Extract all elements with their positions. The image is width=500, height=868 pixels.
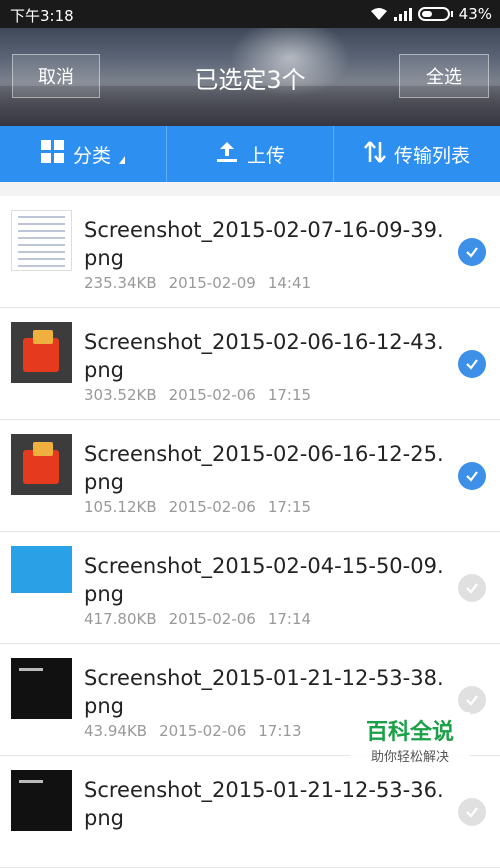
file-meta: 417.80KB 2015-02-06 17:14 [84,610,323,628]
file-time: 17:15 [267,386,312,404]
file-list: Screenshot_2015-02-07-16-09-39.png 235.34… [0,196,500,868]
status-time: 下午3:18 [10,7,74,25]
file-time: 17:14 [267,610,312,628]
battery-tip [450,11,453,17]
transfer-list-label: 传输列表 [393,144,470,167]
file-name: Screenshot_2015-01-21-12-53-36.png [84,778,444,830]
file-meta: 105.12KB 2015-02-06 17:15 [84,498,323,516]
battery-icon [417,7,450,21]
selection-header: 取消 已选定3个 全选 [0,28,500,126]
file-name: Screenshot_2015-02-07-16-09-39.png [84,218,444,270]
file-size: 105.12KB [84,498,157,516]
file-thumbnail [11,434,72,495]
file-name: Screenshot_2015-02-04-15-50-09.png [84,554,444,606]
file-date: 2015-02-06 [168,386,256,404]
selection-check-icon[interactable] [458,350,486,378]
file-date: 2015-02-06 [168,498,256,516]
file-size: 235.34KB [84,274,157,292]
file-thumbnail [11,658,72,719]
selection-check-icon[interactable] [458,686,486,714]
file-meta: 235.34KB 2015-02-09 14:41 [84,274,323,292]
file-time: 17:13 [258,722,302,740]
file-date: 2015-02-06 [168,610,256,628]
upload-icon [215,140,239,169]
watermark-title: 百科全说 [365,720,454,745]
watermark-logo: 百科全说 助你轻松解决 [350,712,470,765]
file-time: 14:41 [267,274,312,292]
file-size: 43.94KB [84,722,148,740]
grid-icon [40,139,65,169]
file-size: 303.52KB [84,386,157,404]
file-size: 417.80KB [84,610,157,628]
dropdown-triangle-icon [119,156,125,164]
file-thumbnail [11,546,72,607]
action-toolbar: 分类 上传 传输列表 [0,126,500,182]
transfer-list-button[interactable]: 传输列表 [333,126,500,182]
wifi-icon [370,7,388,21]
file-row[interactable]: Screenshot_2015-02-07-16-09-39.png 235.34… [0,196,500,308]
status-bar: 下午3:18 43% [0,0,500,28]
file-date: 2015-02-09 [168,274,256,292]
file-row[interactable]: Screenshot_2015-02-04-15-50-09.png 417.80… [0,532,500,644]
file-row[interactable]: Screenshot_2015-01-21-12-53-36.png [0,756,500,868]
category-label: 分类 [72,144,111,167]
transfer-arrows-icon [364,140,386,169]
file-thumbnail [11,210,72,271]
battery-percent: 43% [458,5,492,23]
selection-check-icon[interactable] [458,238,486,266]
file-date: 2015-02-06 [159,722,247,740]
upload-label: 上传 [246,144,285,167]
file-thumbnail [11,322,72,383]
selection-check-icon[interactable] [458,574,486,602]
file-meta: 303.52KB 2015-02-06 17:15 [84,386,323,404]
file-row[interactable]: Screenshot_2015-02-06-16-12-25.png 105.12… [0,420,500,532]
upload-button[interactable]: 上传 [166,126,333,182]
category-button[interactable]: 分类 [0,126,166,182]
file-name: Screenshot_2015-02-06-16-12-25.png [84,442,444,494]
file-row[interactable]: Screenshot_2015-02-06-16-12-43.png 303.52… [0,308,500,420]
selection-check-icon[interactable] [458,798,486,826]
file-meta: 43.94KB 2015-02-06 17:13 [84,722,314,740]
select-all-button[interactable]: 全选 [399,54,489,98]
file-name: Screenshot_2015-02-06-16-12-43.png [84,330,444,382]
signal-icon [393,7,412,21]
watermark-subtitle: 助你轻松解决 [370,750,449,765]
file-time: 17:15 [267,498,312,516]
status-icons: 43% [370,5,492,23]
file-thumbnail [11,770,72,831]
file-meta [84,834,120,852]
selection-check-icon[interactable] [458,462,486,490]
